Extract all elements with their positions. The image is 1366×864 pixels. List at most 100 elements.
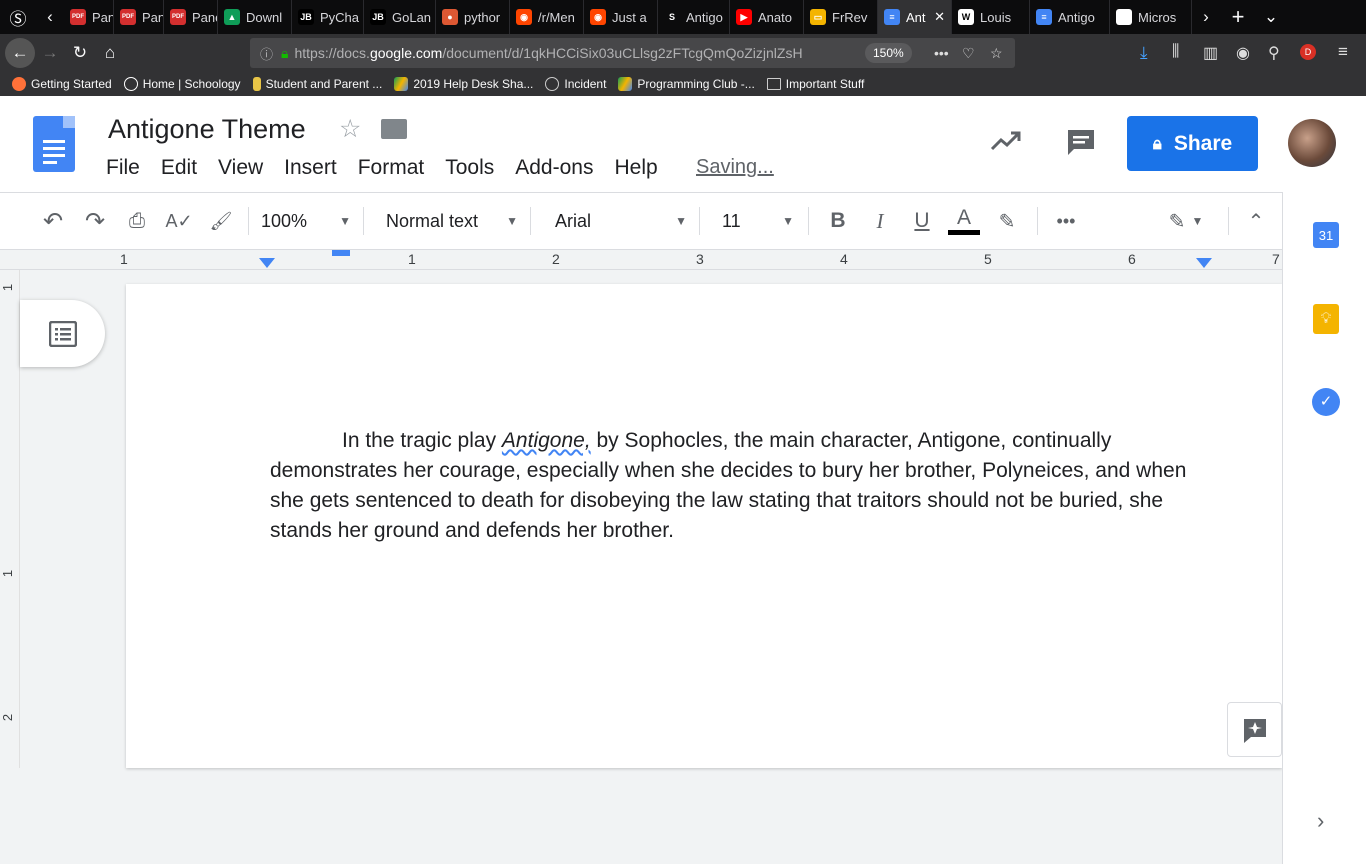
comments-icon[interactable]	[1066, 128, 1096, 158]
bookmark-item[interactable]: Programming Club -...	[618, 77, 755, 91]
tab-2[interactable]: PDF Panel	[164, 0, 218, 34]
close-tab-icon[interactable]: ✕	[934, 9, 945, 25]
vpn-extension-icon[interactable]: ⚲	[1268, 43, 1280, 63]
tab-4[interactable]: JB PyCha	[292, 0, 364, 34]
bookmark-item[interactable]: Getting Started	[12, 77, 112, 91]
paragraph-style-select[interactable]: Normal text ▼	[386, 211, 518, 232]
zoom-select[interactable]: 100% ▼	[261, 211, 351, 232]
tab-10[interactable]: ▶ Anato	[730, 0, 804, 34]
right-indent-marker[interactable]	[1196, 258, 1212, 268]
document-page[interactable]: In the tragic play Antigone, by Sophocle…	[126, 284, 1282, 768]
account-icon[interactable]: ◉	[1236, 43, 1250, 63]
underline-icon[interactable]: U	[901, 209, 943, 233]
ruler-label: 5	[984, 251, 992, 267]
page-actions-icon[interactable]: •••	[934, 45, 949, 61]
tab-6[interactable]: ● pythor	[436, 0, 510, 34]
tab-5[interactable]: JB GoLan	[364, 0, 436, 34]
menu-view[interactable]: View	[218, 156, 263, 180]
redo-icon[interactable]: ↷	[74, 207, 116, 236]
document-outline-button[interactable]	[20, 300, 105, 367]
sidebar-toggle-icon[interactable]: ▥	[1203, 43, 1218, 63]
scroll-tabs-right-icon[interactable]: ›	[1192, 2, 1220, 32]
move-to-folder-icon[interactable]	[381, 119, 407, 139]
document-title[interactable]: Antigone Theme	[108, 114, 306, 145]
undo-icon[interactable]: ↶	[32, 207, 74, 236]
highlight-color-icon[interactable]: ✎	[985, 209, 1029, 234]
forward-button[interactable]: →	[35, 38, 65, 68]
tab-bar: Ⓢ ‹ PDF Panel PDF Panel PDF Panel ▲ Downl JB PyCh…	[0, 0, 1366, 34]
wikipedia-icon: W	[958, 9, 974, 25]
text-color-icon[interactable]: A	[943, 207, 985, 235]
outline-list-icon	[48, 320, 77, 347]
share-button[interactable]: 🔒︎ Share	[1127, 116, 1258, 171]
tab-15[interactable]: Micros	[1110, 0, 1192, 34]
tab-14[interactable]: ≡ Antigo	[1030, 0, 1110, 34]
print-icon[interactable]: ⎙	[116, 210, 158, 233]
tab-7[interactable]: ◉ /r/Men	[510, 0, 584, 34]
download-icon[interactable]: ⤓	[1140, 43, 1148, 63]
tasks-icon[interactable]: ✓	[1312, 388, 1340, 416]
tab-11[interactable]: ▭ FrRev	[804, 0, 878, 34]
italic-icon[interactable]: I	[859, 209, 901, 234]
bookmark-item[interactable]: Home | Schoology	[123, 77, 241, 91]
bookmark-item[interactable]: 2019 Help Desk Sha...	[394, 77, 533, 91]
library-icon[interactable]: ⫼	[1172, 43, 1179, 61]
calendar-icon[interactable]: 31	[1313, 222, 1339, 248]
new-tab-icon[interactable]: +	[1220, 2, 1256, 32]
extension-d-icon[interactable]: D	[1300, 44, 1316, 60]
globe-icon	[545, 77, 560, 91]
explore-button[interactable]	[1227, 702, 1282, 757]
menu-help[interactable]: Help	[614, 156, 657, 180]
firefox-account-icon[interactable]: Ⓢ	[0, 2, 36, 32]
font-select[interactable]: Arial ▼	[555, 211, 687, 232]
side-panel-expand-icon[interactable]: ›	[1317, 808, 1324, 834]
tab-3[interactable]: ▲ Downl	[218, 0, 292, 34]
activity-trend-icon[interactable]	[990, 130, 1022, 152]
reload-button[interactable]: ↻	[65, 38, 95, 68]
menu-insert[interactable]: Insert	[284, 156, 337, 180]
bookmark-star-icon[interactable]: ☆	[990, 45, 1003, 62]
hide-menus-icon[interactable]: ⌃	[1241, 209, 1271, 234]
menu-file[interactable]: File	[106, 156, 140, 180]
tab-12[interactable]: ≡ Ant ✕	[878, 0, 952, 34]
url-text[interactable]: https://docs.google.com/document/d/1qkHC…	[294, 45, 802, 61]
pocket-icon[interactable]: ♡	[962, 45, 975, 62]
menu-tools[interactable]: Tools	[445, 156, 494, 180]
tab-9[interactable]: S Antigo	[658, 0, 730, 34]
tab-13[interactable]: W Louis	[952, 0, 1030, 34]
back-button[interactable]: ←	[5, 38, 35, 68]
home-button[interactable]: ⌂	[95, 38, 125, 68]
info-icon[interactable]: ⓘ	[260, 44, 273, 63]
save-status[interactable]: Saving...	[696, 156, 774, 179]
tab-label: PyCha	[320, 9, 360, 25]
tab-8[interactable]: ◉ Just a	[584, 0, 658, 34]
font-size-select[interactable]: 11 ▼	[722, 211, 794, 232]
paint-format-icon[interactable]: 🖌︎	[200, 211, 242, 232]
tab-0[interactable]: PDF Panel	[64, 0, 114, 34]
tab-list-chevron-icon[interactable]: ⌄	[1256, 2, 1286, 32]
address-bar[interactable]: ⓘ 🔒︎ https://docs.google.com/document/d/…	[250, 38, 1015, 68]
more-options-icon[interactable]: •••	[1046, 211, 1086, 232]
spellcheck-icon[interactable]: A✓	[158, 211, 200, 232]
menu-edit[interactable]: Edit	[161, 156, 197, 180]
bookmark-folder[interactable]: Important Stuff	[766, 77, 864, 91]
tab-1[interactable]: PDF Panel	[114, 0, 164, 34]
vertical-ruler[interactable]: 1 1 2	[0, 270, 20, 768]
keep-icon[interactable]: 💡︎	[1313, 304, 1339, 334]
first-line-indent-marker[interactable]	[332, 250, 350, 256]
horizontal-ruler[interactable]: 1 1 2 3 4 5 6 7	[0, 250, 1282, 270]
star-icon[interactable]: ☆	[339, 114, 361, 144]
docs-logo-icon[interactable]	[33, 116, 75, 172]
hamburger-menu-icon[interactable]: ≡	[1338, 42, 1348, 62]
bold-icon[interactable]: B	[817, 209, 859, 233]
menu-addons[interactable]: Add-ons	[515, 156, 593, 180]
avatar[interactable]	[1288, 119, 1336, 167]
editing-mode-icon[interactable]: ✎ ▼	[1156, 209, 1216, 234]
bookmark-item[interactable]: Incident	[545, 77, 606, 91]
bookmark-item[interactable]: Student and Parent ...	[252, 77, 382, 91]
menu-format[interactable]: Format	[358, 156, 425, 180]
zoom-indicator[interactable]: 150%	[865, 43, 912, 63]
document-paragraph[interactable]: In the tragic play Antigone, by Sophocle…	[270, 426, 1190, 546]
left-indent-marker[interactable]	[259, 258, 275, 268]
scroll-tabs-left-icon[interactable]: ‹	[36, 2, 64, 32]
